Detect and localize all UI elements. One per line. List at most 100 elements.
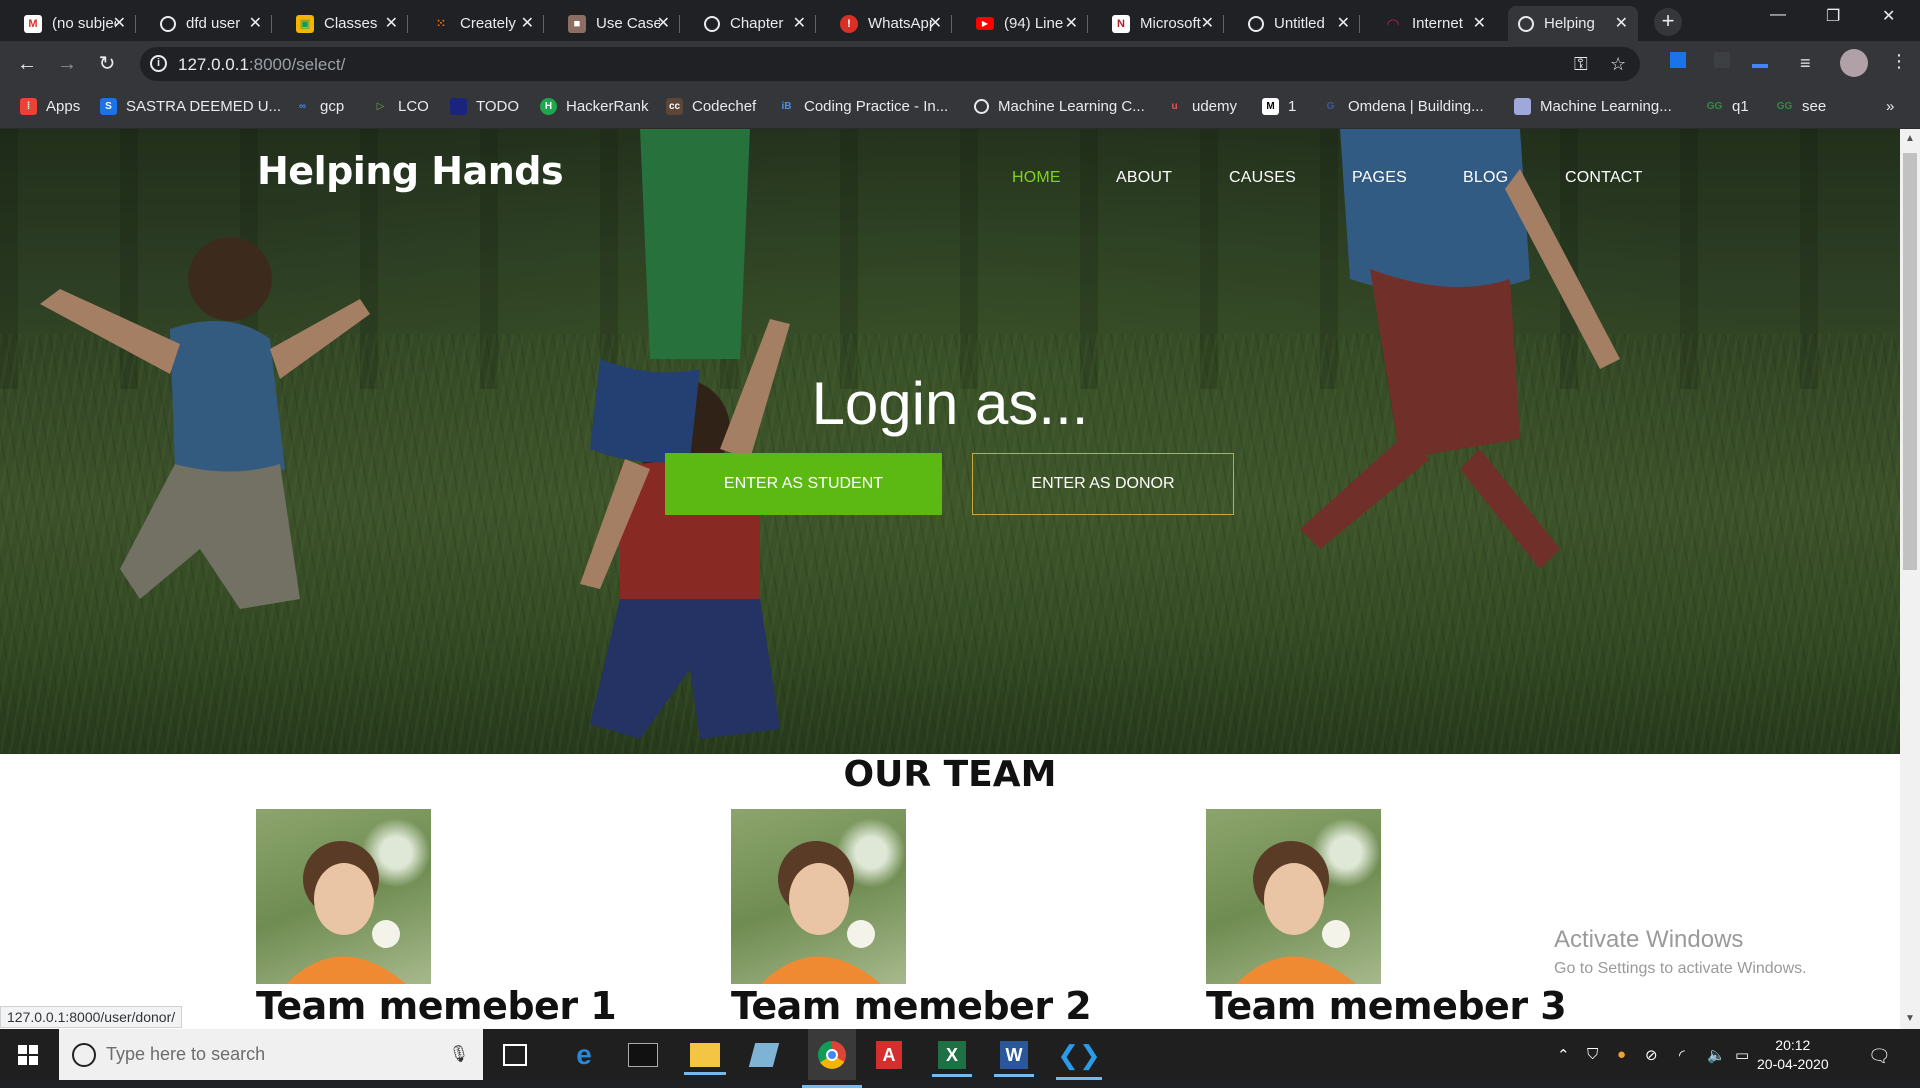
task-view-icon[interactable] [503, 1044, 527, 1066]
tab-youtube[interactable]: ▶ (94) Line ✕ [966, 6, 1088, 41]
bookmarks-overflow-button[interactable]: » [1886, 98, 1894, 115]
bookmark-coding-practice[interactable]: iB Coding Practice - In... [778, 98, 949, 115]
bookmark-ml[interactable]: Machine Learning... [1514, 98, 1672, 115]
scroll-up-icon[interactable]: ▲ [1905, 133, 1915, 144]
tab-microsoft[interactable]: N Microsoft ✕ [1102, 6, 1224, 41]
close-icon[interactable]: ✕ [249, 13, 262, 33]
bookmark-hackerrank[interactable]: H HackerRank [540, 98, 649, 115]
bookmark-sastra[interactable]: S SASTRA DEEMED U... [100, 98, 281, 115]
alert-icon: ! [840, 14, 858, 33]
media-queue-icon[interactable]: ≡ [1800, 53, 1811, 74]
tab-gmail[interactable]: M (no subject) ✕ [14, 6, 136, 41]
network-off-icon[interactable]: ⊘ [1645, 1046, 1658, 1064]
nav-blog[interactable]: BLOG [1463, 169, 1508, 187]
avatar[interactable] [1840, 49, 1868, 77]
wifi-icon[interactable]: ◜ [1679, 1046, 1685, 1064]
taskbar-clock[interactable]: 20:12 20-04-2020 [1757, 1036, 1829, 1074]
menu-kebab-icon[interactable]: ⋮ [1890, 51, 1908, 72]
tab-dfd[interactable]: dfd user ✕ [150, 6, 272, 41]
key-icon[interactable]: ⚿ [1574, 54, 1588, 75]
nav-causes[interactable]: CAUSES [1229, 169, 1296, 187]
bookmark-apps[interactable]: ⁞ Apps [20, 98, 80, 115]
close-window-icon[interactable]: ✕ [1882, 6, 1895, 26]
pen-extension-icon[interactable] [1752, 52, 1768, 68]
enter-as-student-button[interactable]: ENTER AS STUDENT [665, 453, 942, 515]
enter-as-donor-button[interactable]: ENTER AS DONOR [972, 453, 1234, 515]
close-icon[interactable]: ✕ [385, 13, 398, 33]
tab-chapter[interactable]: Chapter ✕ [694, 6, 816, 41]
url-text[interactable]: 127.0.0.1:8000/select/ [178, 55, 345, 75]
hero-section: Helping Hands HOME ABOUT CAUSES PAGES BL… [0, 129, 1900, 754]
tab-title: Chapter [730, 15, 784, 32]
page-scrollbar[interactable]: ▲ ▼ [1900, 129, 1920, 1029]
bookmark-see[interactable]: GG see [1776, 98, 1826, 115]
tab-title: WhatsApp [868, 15, 932, 32]
reload-icon[interactable]: ↻ [94, 51, 120, 77]
nav-pages[interactable]: PAGES [1352, 169, 1407, 187]
minimize-icon[interactable]: — [1770, 6, 1786, 24]
close-icon[interactable]: ✕ [793, 13, 806, 33]
battery-icon[interactable]: ▭ [1735, 1046, 1749, 1064]
tray-chevron-icon[interactable]: ⌃ [1557, 1046, 1570, 1064]
file-explorer-icon[interactable] [684, 1043, 726, 1075]
new-tab-button[interactable]: + [1654, 8, 1682, 36]
star-icon[interactable]: ☆ [1610, 54, 1626, 75]
nav-contact[interactable]: CONTACT [1565, 169, 1643, 187]
vscode-icon[interactable]: ❮❯ [1056, 1038, 1102, 1080]
close-icon[interactable]: ✕ [113, 13, 126, 33]
nav-about[interactable]: ABOUT [1116, 169, 1172, 187]
bookmark-codechef[interactable]: cc Codechef [666, 98, 756, 115]
bookmark-omdena[interactable]: G Omdena | Building... [1322, 98, 1484, 115]
tab-helping-active[interactable]: Helping ✕ [1508, 6, 1638, 41]
excel-icon[interactable]: X [932, 1041, 972, 1077]
info-icon[interactable]: i [150, 55, 167, 72]
tab-internet[interactable]: ◠ Internet ✕ [1374, 6, 1496, 41]
url-host: 127.0.0.1 [178, 55, 249, 74]
tab-creately[interactable]: ⁙ Creately ✕ [422, 6, 544, 41]
notes-icon[interactable] [748, 1043, 780, 1067]
nav-home[interactable]: HOME [1012, 169, 1061, 187]
taskbar-search-box[interactable]: Type here to search 🎙 [59, 1029, 483, 1080]
close-icon[interactable]: ✕ [1065, 13, 1078, 33]
close-icon[interactable]: ✕ [1615, 13, 1628, 33]
team-member-name: Team memeber 2 [731, 984, 1092, 1028]
volume-icon[interactable]: 🔈 [1707, 1046, 1726, 1064]
bookmark-udemy[interactable]: u udemy [1166, 98, 1237, 115]
scroll-down-icon[interactable]: ▼ [1905, 1013, 1915, 1024]
scroll-thumb[interactable] [1903, 153, 1917, 570]
bookmark-q1[interactable]: GG q1 [1706, 98, 1749, 115]
extension-blank-icon[interactable] [1714, 52, 1730, 68]
chrome-icon[interactable] [802, 1029, 862, 1088]
close-icon[interactable]: ✕ [1201, 13, 1214, 33]
weather-icon[interactable]: ● [1617, 1046, 1626, 1063]
microphone-icon[interactable]: 🎙 [449, 1044, 469, 1064]
forward-icon[interactable]: → [54, 51, 80, 77]
extension-icon[interactable] [1670, 52, 1686, 68]
close-icon[interactable]: ✕ [1473, 13, 1486, 33]
tab-whatsapp[interactable]: ! WhatsApp ✕ [830, 6, 952, 41]
word-icon[interactable]: W [994, 1041, 1034, 1077]
back-icon[interactable]: ← [14, 51, 40, 77]
bookmark-medium[interactable]: M1 [1262, 98, 1296, 115]
close-icon[interactable]: ✕ [657, 13, 670, 33]
restore-icon[interactable]: ❐ [1826, 6, 1840, 26]
hero-title: Login as... [811, 370, 1089, 437]
close-icon[interactable]: ✕ [1337, 13, 1350, 33]
tab-untitled[interactable]: Untitled ✕ [1238, 6, 1360, 41]
tab-use-case[interactable]: ■ Use Case ✕ [558, 6, 680, 41]
notifications-icon[interactable]: 🗨 [1868, 1046, 1891, 1067]
terminal-icon[interactable] [628, 1043, 658, 1067]
bookmark-todo[interactable]: TODO [450, 98, 519, 115]
close-icon[interactable]: ✕ [929, 13, 942, 33]
address-bar[interactable]: i 127.0.0.1:8000/select/ ⚿ ☆ [140, 47, 1640, 81]
windows-start-icon[interactable] [18, 1045, 38, 1065]
security-shield-icon[interactable]: ⛉ [1587, 1046, 1598, 1063]
bookmark-lco[interactable]: ▷ LCO [372, 98, 429, 115]
tab-classes[interactable]: ▣ Classes ✕ [286, 6, 408, 41]
edge-icon[interactable]: e [567, 1038, 601, 1072]
site-brand[interactable]: Helping Hands [257, 149, 564, 193]
bookmark-gcp[interactable]: ∞ gcp [294, 98, 344, 115]
acrobat-icon[interactable]: A [876, 1041, 902, 1069]
close-icon[interactable]: ✕ [521, 13, 534, 33]
bookmark-ml-course[interactable]: Machine Learning C... [974, 98, 1145, 115]
